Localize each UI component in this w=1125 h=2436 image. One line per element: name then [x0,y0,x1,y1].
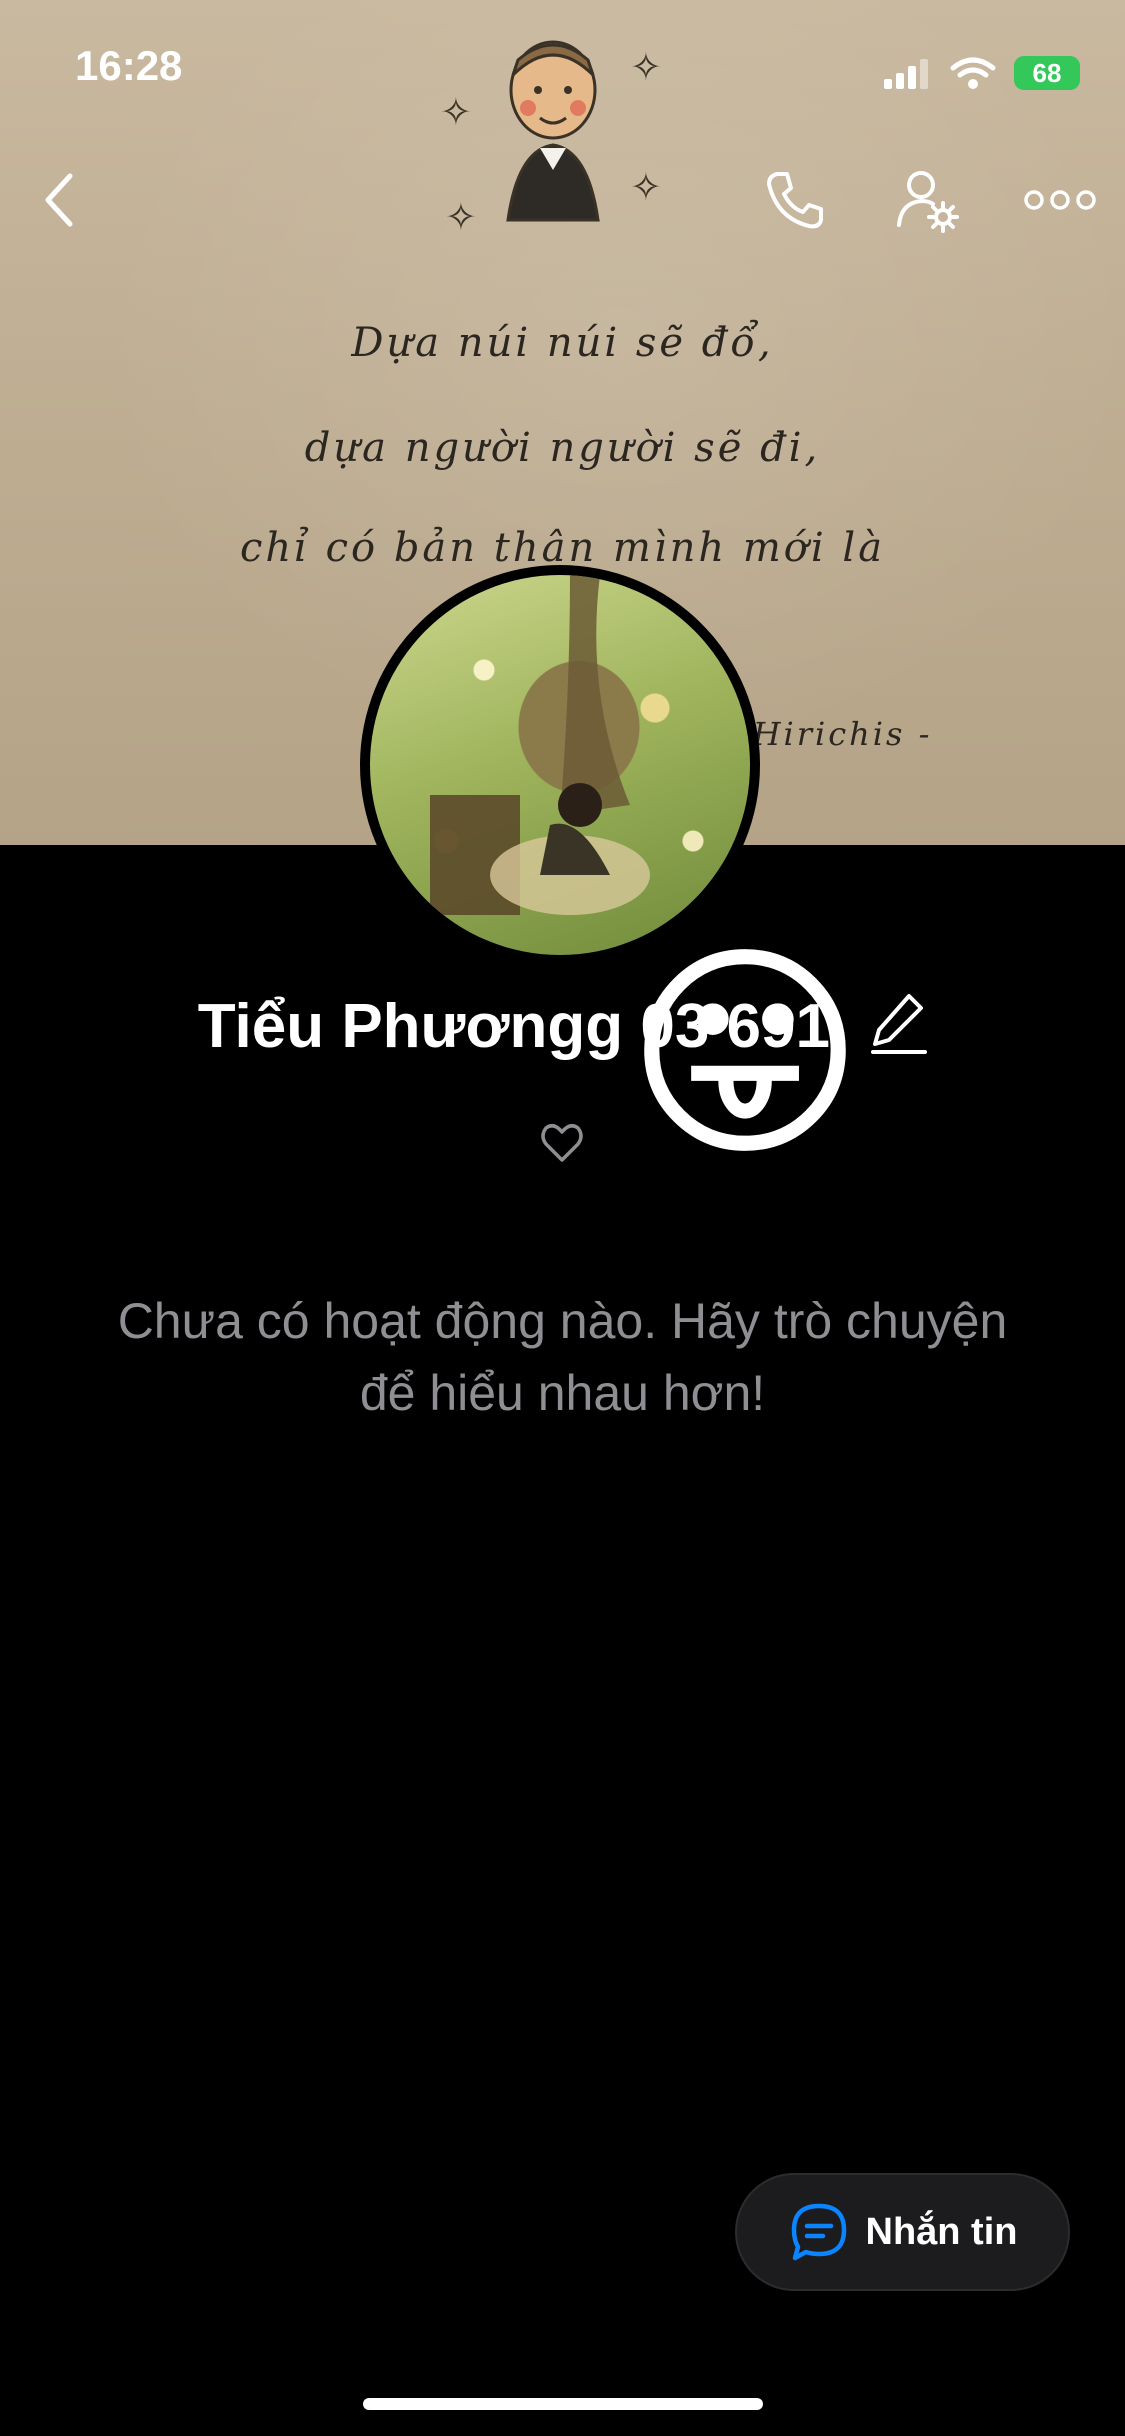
profile-settings-button[interactable] [888,160,968,240]
more-button[interactable] [1020,160,1100,240]
user-gear-icon [897,171,959,233]
phone-icon [767,172,823,229]
tongue-emoji-sticker: 😛 [625,926,865,1183]
avatar-image [370,575,750,955]
cover-poem-line: Dựa núi núi sẽ đổ, [351,320,774,366]
home-indicator[interactable] [363,2398,763,2410]
empty-message-line: Chưa có hoạt động nào. Hãy trò chuyện [117,1293,1008,1349]
pencil-icon [871,994,928,1054]
battery-indicator: 68 [1014,56,1080,90]
call-button[interactable] [755,160,835,240]
edit-name-button[interactable] [871,990,928,1071]
empty-activity-message: Chưa có hoạt động nào. Hãy trò chuyện để… [60,1285,1065,1429]
avatar-illustration [430,575,650,915]
wifi-icon [950,57,996,89]
more-horizontal-icon [1024,190,1096,210]
cover-poem-line: dựa người người sẽ đi, [304,425,821,471]
back-button[interactable] [20,160,100,240]
status-time: 16:28 [75,42,183,89]
sparkle-icon: ✧ [445,197,477,239]
cellular-signal-icon [884,59,928,89]
send-message-label: Nhắn tin [865,2210,1018,2253]
empty-message-line: để hiểu nhau hơn! [359,1365,766,1421]
avatar[interactable] [360,565,760,965]
heart-icon [541,1124,583,1162]
chevron-left-icon [45,173,73,227]
like-button[interactable] [538,1118,586,1166]
battery-level: 68 [1032,57,1062,88]
profile-name-row: Tiểu Phươngg 03 691 [0,990,1125,1071]
status-indicators: 68 [882,48,1080,98]
sparkle-icon: ✧ [630,167,662,209]
chat-bubble-icon [791,2203,846,2261]
send-message-button[interactable]: Nhắn tin [735,2173,1070,2291]
status-bar: 16:28 68 [0,40,1125,100]
